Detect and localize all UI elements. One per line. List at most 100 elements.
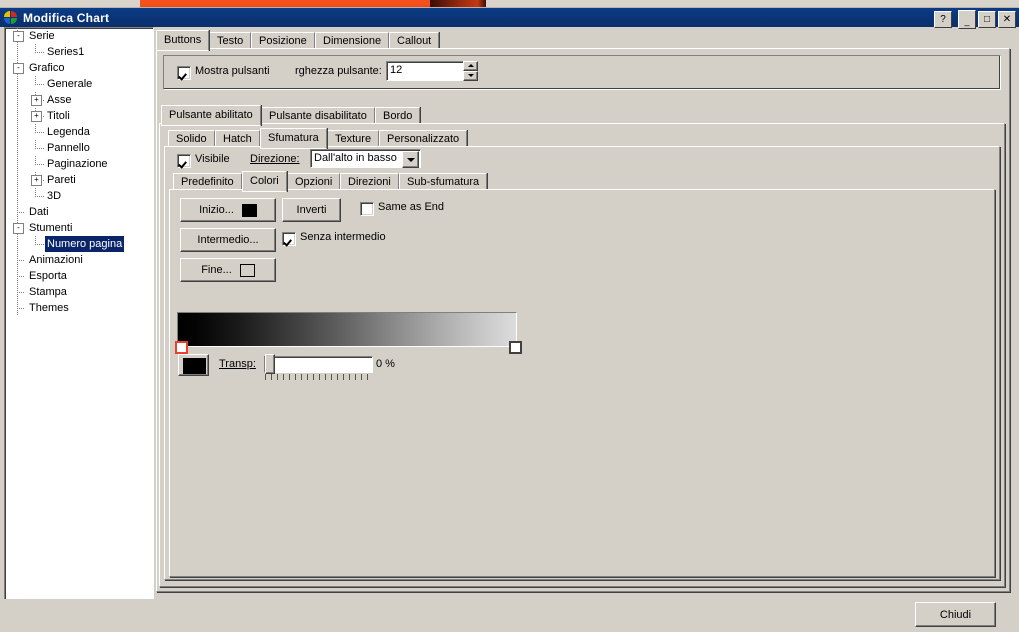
button-options-group: Mostra pulsanti rghezza pulsante: 12 bbox=[163, 55, 1001, 90]
tree-guide-line bbox=[17, 44, 18, 60]
gradient-end-marker[interactable] bbox=[509, 341, 522, 354]
tree-guide-line bbox=[17, 308, 25, 309]
tab-sfumatura[interactable]: Sfumatura bbox=[260, 128, 327, 149]
tree-guide-line bbox=[17, 212, 25, 213]
direzione-value: Dall'alto in basso bbox=[314, 152, 397, 164]
chiudi-button[interactable]: Chiudi bbox=[915, 602, 996, 627]
inverti-button[interactable]: Inverti bbox=[282, 198, 341, 222]
tree-guide-line bbox=[35, 52, 45, 53]
tree-guide-line bbox=[17, 236, 18, 252]
tree-item-legenda[interactable]: Legenda bbox=[5, 124, 153, 140]
visibile-checkbox[interactable] bbox=[177, 154, 191, 168]
minimize-button[interactable]: _ bbox=[958, 10, 976, 29]
chevron-down-icon[interactable] bbox=[402, 151, 419, 168]
tabstrip-level1[interactable]: Buttons Testo Posizione Dimensione Callout bbox=[156, 30, 1014, 51]
tree-item-grafico[interactable]: - Grafico bbox=[5, 60, 153, 76]
tabstrip-level2[interactable]: Pulsante abilitato Pulsante disabilitato B… bbox=[159, 105, 1005, 126]
fine-color-swatch bbox=[239, 263, 255, 277]
tree-item-label: Stumenti bbox=[29, 222, 73, 234]
caption-button-group: ? _ □ ✕ bbox=[934, 10, 1016, 29]
same-as-end-label: Same as End bbox=[378, 201, 445, 213]
tree-item-animazioni[interactable]: Animazioni bbox=[5, 252, 153, 268]
window-titlebar[interactable]: Modifica Chart ? _ □ ✕ bbox=[0, 8, 1019, 29]
navigation-tree[interactable]: - Serie Series1- Grafico Generale + Asse + Titol… bbox=[4, 27, 154, 601]
tree-guide-line bbox=[17, 172, 18, 188]
tree-guide-line bbox=[35, 188, 36, 196]
tree-expand-icon[interactable]: + bbox=[31, 111, 42, 122]
tree-item-numero-pagina[interactable]: Numero pagina bbox=[5, 236, 153, 252]
tree-expand-icon[interactable]: + bbox=[31, 95, 42, 106]
inizio-color-button[interactable]: Inizio... bbox=[180, 198, 276, 222]
tree-item-label: Animazioni bbox=[29, 254, 83, 266]
intermedio-color-button[interactable]: Intermedio... bbox=[180, 228, 276, 252]
gradient-preview-strip[interactable] bbox=[177, 312, 517, 347]
spinner-down-button[interactable] bbox=[463, 71, 478, 81]
transparency-slider-track[interactable] bbox=[264, 356, 373, 373]
tree-expand-icon[interactable]: + bbox=[31, 175, 42, 186]
tree-guide-line bbox=[35, 164, 45, 165]
tree-item-label: Legenda bbox=[47, 126, 90, 138]
tree-guide-line bbox=[17, 108, 18, 124]
close-button[interactable]: ✕ bbox=[998, 11, 1016, 28]
tree-item-asse[interactable]: + Asse bbox=[5, 92, 153, 108]
tab-buttons[interactable]: Buttons bbox=[156, 30, 210, 51]
transparency-slider-thumb[interactable] bbox=[265, 354, 275, 374]
tree-item-pannello[interactable]: Pannello bbox=[5, 140, 153, 156]
same-as-end-checkbox[interactable] bbox=[360, 202, 374, 216]
tab-colori[interactable]: Colori bbox=[242, 171, 287, 192]
tree-item-dati[interactable]: Dati bbox=[5, 204, 153, 220]
current-color-swatch-button[interactable] bbox=[178, 354, 209, 376]
tree-item-label: Serie bbox=[29, 30, 55, 42]
tree-item-pareti[interactable]: + Pareti bbox=[5, 172, 153, 188]
button-width-input[interactable]: 12 bbox=[386, 61, 464, 81]
tree-guide-line bbox=[17, 76, 18, 92]
tree-item-serie[interactable]: - Serie bbox=[5, 28, 153, 44]
tree-collapse-icon[interactable]: - bbox=[13, 223, 24, 234]
tree-item-label: Paginazione bbox=[47, 158, 108, 170]
tree-item-generale[interactable]: Generale bbox=[5, 76, 153, 92]
inverti-label: Inverti bbox=[296, 204, 327, 216]
tree-guide-line bbox=[17, 260, 25, 261]
transparency-value: 0 % bbox=[376, 358, 395, 370]
button-width-spinner[interactable] bbox=[463, 61, 478, 81]
tree-item-stampa[interactable]: Stampa bbox=[5, 284, 153, 300]
tree-item-3d[interactable]: 3D bbox=[5, 188, 153, 204]
tab-pulsante-abilitato[interactable]: Pulsante abilitato bbox=[161, 105, 261, 126]
tree-guide-line bbox=[35, 156, 36, 164]
tree-guide-line bbox=[35, 236, 36, 244]
tree-item-titoli[interactable]: + Titoli bbox=[5, 108, 153, 124]
transparency-label: Transp: bbox=[219, 358, 256, 371]
tree-guide-line bbox=[35, 148, 45, 149]
spinner-up-button[interactable] bbox=[463, 61, 478, 71]
maximize-button[interactable]: □ bbox=[978, 11, 996, 28]
help-button[interactable]: ? bbox=[934, 11, 952, 28]
tree-item-paginazione[interactable]: Paginazione bbox=[5, 156, 153, 172]
fine-label: Fine... bbox=[201, 264, 232, 276]
tree-collapse-icon[interactable]: - bbox=[13, 31, 24, 42]
tree-collapse-icon[interactable]: - bbox=[13, 63, 24, 74]
tree-item-stumenti[interactable]: - Stumenti bbox=[5, 220, 153, 236]
tabstrip-level3[interactable]: Solido Hatch Sfumatura Texture Personalizzat… bbox=[164, 128, 1000, 149]
tree-item-themes[interactable]: Themes bbox=[5, 300, 153, 316]
footer-bar bbox=[0, 599, 1019, 632]
visibile-label: Visibile bbox=[195, 153, 230, 165]
fine-color-button[interactable]: Fine... bbox=[180, 258, 276, 282]
tree-guide-line bbox=[35, 196, 45, 197]
tree-item-series1[interactable]: Series1 bbox=[5, 44, 153, 60]
tree-guide-line bbox=[35, 132, 45, 133]
tree-item-label: Grafico bbox=[29, 62, 65, 74]
tree-guide-line bbox=[35, 76, 36, 84]
senza-intermedio-checkbox[interactable] bbox=[282, 232, 296, 246]
tree-item-label: 3D bbox=[47, 190, 62, 202]
mostra-pulsanti-checkbox[interactable] bbox=[177, 66, 191, 80]
tree-item-label: Pannello bbox=[47, 142, 90, 154]
direzione-label: Direzione: bbox=[250, 153, 300, 165]
transparency-slider-ticks bbox=[265, 374, 372, 380]
tree-item-label: Numero pagina bbox=[45, 236, 125, 252]
tabstrip-level4[interactable]: Predefinito Colori Opzioni Direzioni Sub-sfu… bbox=[169, 171, 995, 192]
direzione-dropdown[interactable]: Dall'alto in basso bbox=[310, 149, 421, 168]
chart-pie-icon bbox=[4, 10, 18, 25]
gradient-start-marker[interactable] bbox=[175, 341, 188, 354]
tree-guide-line bbox=[17, 124, 18, 140]
tree-item-esporta[interactable]: Esporta bbox=[5, 268, 153, 284]
